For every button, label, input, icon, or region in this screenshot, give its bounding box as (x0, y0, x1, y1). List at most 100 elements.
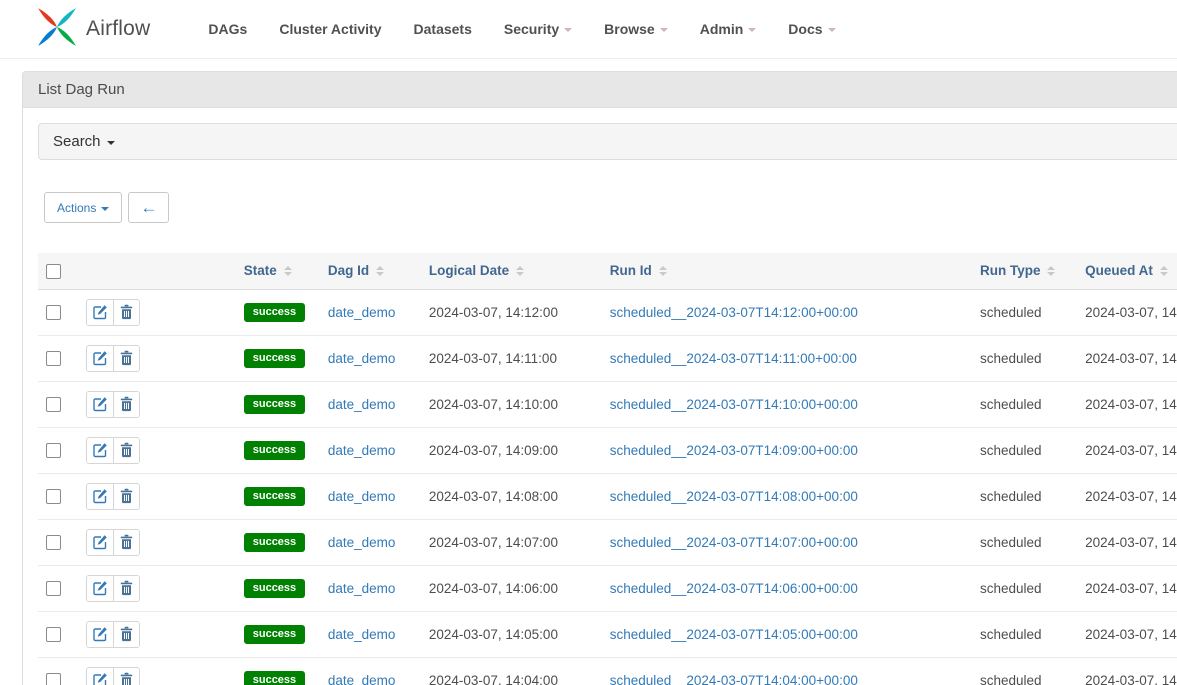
actions-label: Actions (57, 201, 96, 215)
run-id-link[interactable]: scheduled__2024-03-07T14:07:00+00:00 (610, 535, 858, 550)
nav-item-cluster-activity[interactable]: Cluster Activity (263, 11, 397, 47)
edit-record-button[interactable] (87, 300, 113, 325)
row-checkbox[interactable] (46, 535, 61, 550)
row-checkbox[interactable] (46, 305, 61, 320)
column-header-label: State (244, 263, 277, 278)
delete-record-button[interactable] (113, 300, 139, 325)
back-arrow-icon: ← (140, 198, 157, 218)
search-accordion-toggle[interactable]: Search (38, 123, 1177, 160)
column-header-label: Run Id (610, 263, 652, 278)
edit-icon (92, 396, 108, 412)
dag-id-link[interactable]: date_demo (328, 443, 396, 458)
run-id-link[interactable]: scheduled__2024-03-07T14:05:00+00:00 (610, 627, 858, 642)
edit-record-button[interactable] (87, 668, 113, 685)
column-header-queued-at[interactable]: Queued At (1085, 263, 1168, 278)
row-checkbox[interactable] (46, 351, 61, 366)
trash-icon (119, 488, 134, 504)
column-header-label: Run Type (980, 263, 1041, 278)
state-badge: success (244, 625, 305, 644)
run-id-link[interactable]: scheduled__2024-03-07T14:12:00+00:00 (610, 305, 858, 320)
run-id-link[interactable]: scheduled__2024-03-07T14:04:00+00:00 (610, 673, 858, 685)
actions-dropdown-button[interactable]: Actions (44, 192, 122, 223)
delete-record-button[interactable] (113, 484, 139, 509)
edit-record-button[interactable] (87, 530, 113, 555)
edit-icon (92, 580, 108, 596)
dag-id-link[interactable]: date_demo (328, 535, 396, 550)
edit-record-button[interactable] (87, 576, 113, 601)
back-button[interactable]: ← (128, 192, 169, 223)
nav-label: DAGs (208, 21, 247, 37)
run-id-link[interactable]: scheduled__2024-03-07T14:10:00+00:00 (610, 397, 858, 412)
dag-id-link[interactable]: date_demo (328, 627, 396, 642)
run-type-cell: scheduled (972, 381, 1077, 427)
select-all-checkbox[interactable] (46, 264, 61, 279)
delete-record-button[interactable] (113, 530, 139, 555)
edit-record-button[interactable] (87, 438, 113, 463)
dag-id-link[interactable]: date_demo (328, 351, 396, 366)
queued-at-cell: 2024-03-07, 14:13:00 (1077, 289, 1177, 335)
queued-at-cell: 2024-03-07, 14:06:00 (1077, 611, 1177, 657)
sort-icon (284, 266, 292, 276)
edit-record-button[interactable] (87, 484, 113, 509)
nav-item-security[interactable]: Security (488, 11, 588, 47)
run-id-link[interactable]: scheduled__2024-03-07T14:06:00+00:00 (610, 581, 858, 596)
table-row: success date_demo 2024-03-07, 14:07:00 s… (38, 519, 1177, 565)
run-id-link[interactable]: scheduled__2024-03-07T14:08:00+00:00 (610, 489, 858, 504)
logical-date-cell: 2024-03-07, 14:07:00 (421, 519, 602, 565)
edit-record-button[interactable] (87, 622, 113, 647)
dag-id-link[interactable]: date_demo (328, 305, 396, 320)
nav-item-browse[interactable]: Browse (588, 11, 684, 47)
delete-record-button[interactable] (113, 346, 139, 371)
chevron-down-icon (564, 28, 572, 32)
table-row: success date_demo 2024-03-07, 14:12:00 s… (38, 289, 1177, 335)
state-badge: success (244, 395, 305, 414)
dag-id-link[interactable]: date_demo (328, 673, 396, 685)
edit-record-button[interactable] (87, 392, 113, 417)
delete-record-button[interactable] (113, 622, 139, 647)
table-row: success date_demo 2024-03-07, 14:11:00 s… (38, 335, 1177, 381)
column-header-run-id[interactable]: Run Id (610, 263, 667, 278)
delete-record-button[interactable] (113, 668, 139, 685)
delete-record-button[interactable] (113, 438, 139, 463)
row-checkbox[interactable] (46, 397, 61, 412)
search-label: Search (53, 133, 101, 150)
row-checkbox[interactable] (46, 443, 61, 458)
trash-icon (119, 442, 134, 458)
nav-label: Docs (788, 21, 822, 37)
row-actions (86, 391, 140, 418)
nav-item-datasets[interactable]: Datasets (398, 11, 488, 47)
dag-id-link[interactable]: date_demo (328, 581, 396, 596)
nav-item-docs[interactable]: Docs (772, 11, 851, 47)
delete-record-button[interactable] (113, 392, 139, 417)
dag-id-link[interactable]: date_demo (328, 397, 396, 412)
nav-label: Cluster Activity (279, 21, 381, 37)
nav-item-admin[interactable]: Admin (684, 11, 773, 47)
logical-date-cell: 2024-03-07, 14:09:00 (421, 427, 602, 473)
nav-item-dags[interactable]: DAGs (192, 11, 263, 47)
logical-date-cell: 2024-03-07, 14:08:00 (421, 473, 602, 519)
main-nav: DAGs Cluster Activity Datasets Security … (192, 11, 851, 47)
queued-at-cell: 2024-03-07, 14:10:00 (1077, 427, 1177, 473)
run-id-link[interactable]: scheduled__2024-03-07T14:11:00+00:00 (610, 351, 857, 366)
row-checkbox[interactable] (46, 673, 61, 685)
column-header-run-type[interactable]: Run Type (980, 263, 1056, 278)
edit-icon (92, 304, 108, 320)
row-checkbox[interactable] (46, 581, 61, 596)
delete-record-button[interactable] (113, 576, 139, 601)
trash-icon (119, 304, 134, 320)
dag-id-link[interactable]: date_demo (328, 489, 396, 504)
chevron-down-icon (748, 28, 756, 32)
queued-at-cell: 2024-03-07, 14:12:00 (1077, 335, 1177, 381)
column-header-logical-date[interactable]: Logical Date (429, 263, 524, 278)
edit-icon (92, 442, 108, 458)
row-checkbox[interactable] (46, 627, 61, 642)
airflow-brand[interactable]: Airflow (36, 6, 150, 53)
trash-icon (119, 626, 134, 642)
column-header-state[interactable]: State (244, 263, 292, 278)
trash-icon (119, 534, 134, 550)
edit-record-button[interactable] (87, 346, 113, 371)
queued-at-cell: 2024-03-07, 14:11:00 (1077, 381, 1177, 427)
column-header-dag-id[interactable]: Dag Id (328, 263, 384, 278)
run-id-link[interactable]: scheduled__2024-03-07T14:09:00+00:00 (610, 443, 858, 458)
row-checkbox[interactable] (46, 489, 61, 504)
